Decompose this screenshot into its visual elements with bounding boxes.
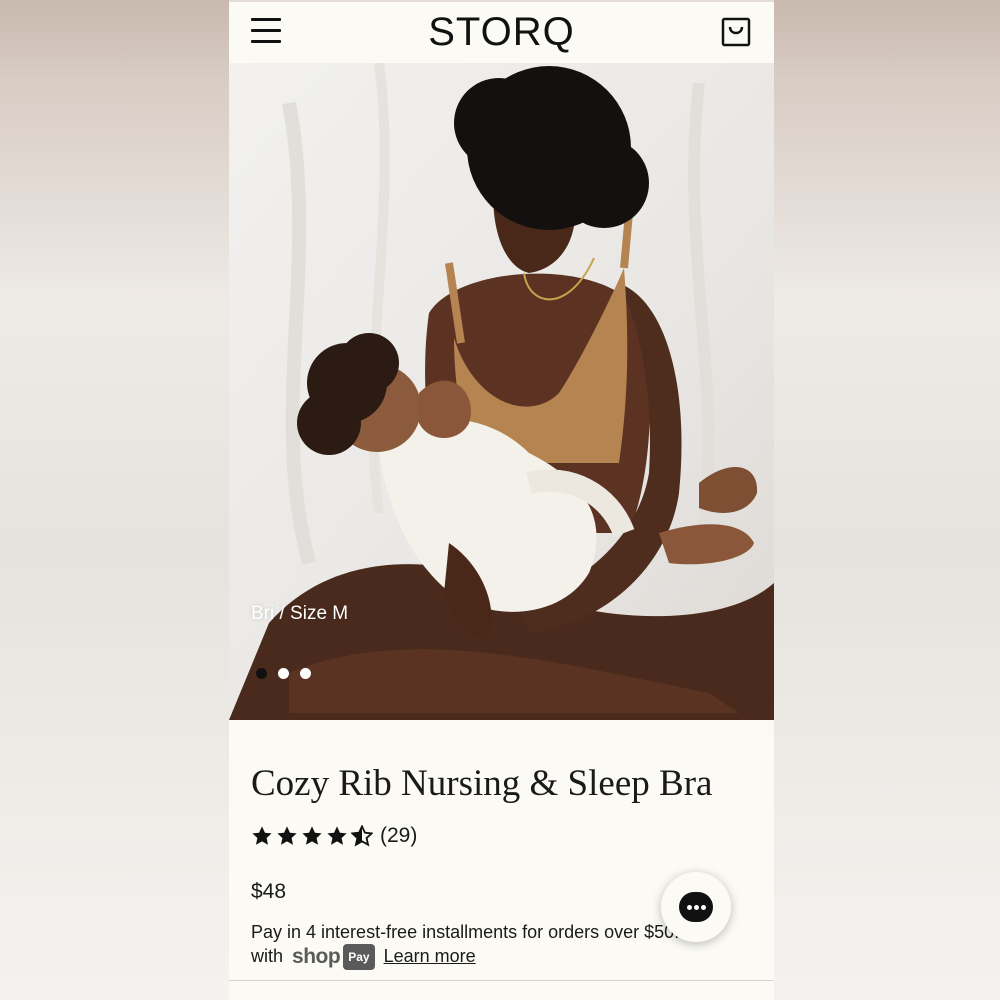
shop-word: shop: [292, 945, 341, 969]
brand-logo[interactable]: STORQ: [229, 10, 774, 55]
carousel-dot-3[interactable]: [300, 668, 311, 679]
product-price: $48: [251, 880, 287, 903]
installments-with: with: [251, 946, 284, 966]
shopping-bag-icon[interactable]: [720, 16, 752, 48]
carousel-dots: [256, 666, 322, 680]
photo-caption: Bri / Size M: [251, 603, 349, 624]
chat-button[interactable]: [661, 872, 731, 942]
star-half-icon: [351, 825, 373, 847]
product-title: Cozy Rib Nursing & Sleep Bra: [251, 763, 713, 804]
site-header: STORQ: [229, 0, 774, 63]
star-full-icon: [277, 826, 297, 845]
review-count[interactable]: (29): [380, 824, 417, 848]
product-rating[interactable]: (29): [251, 822, 417, 850]
star-full-icon: [302, 826, 322, 845]
divider: [229, 980, 774, 981]
product-image-carousel[interactable]: Bri / Size M: [229, 63, 774, 720]
star-full-icon: [327, 826, 347, 845]
phone-screen: STORQ Bri / Size M Cozy Rib Nursing & Sl…: [229, 0, 774, 1000]
star-full-icon: [252, 826, 272, 845]
shop-pay-logo: shop Pay: [292, 944, 375, 971]
learn-more-link[interactable]: Learn more: [384, 946, 476, 966]
pay-pill: Pay: [343, 944, 375, 971]
installments-text: Pay in 4 interest-free installments for …: [251, 922, 700, 942]
chat-bubble-icon: [679, 892, 713, 922]
carousel-dot-1[interactable]: [256, 668, 267, 679]
carousel-dot-2[interactable]: [278, 668, 289, 679]
